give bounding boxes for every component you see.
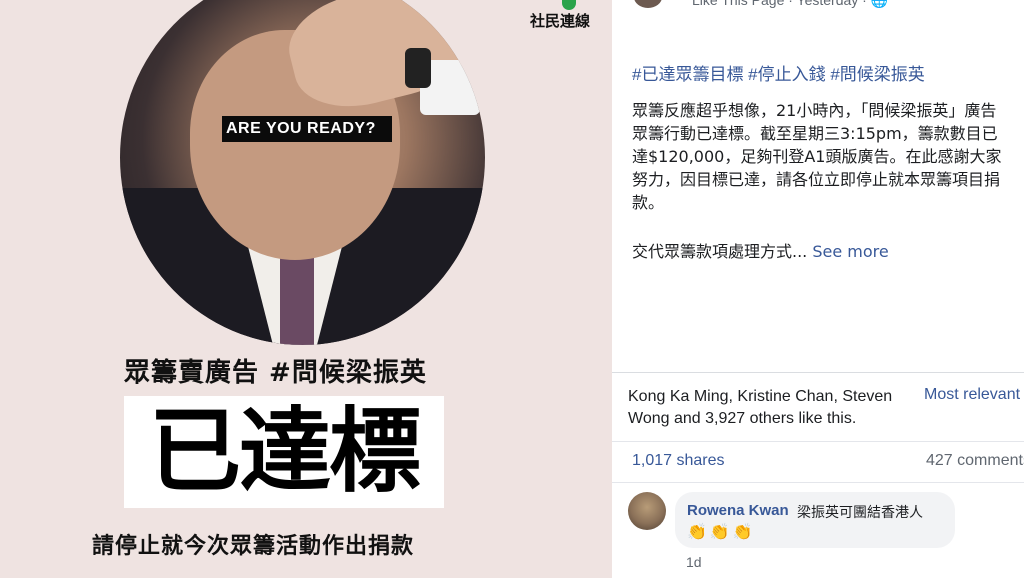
post-body-line: 努力，因目標已達，請各位立即停止就本眾籌項目捐 — [632, 170, 1001, 189]
poster-headline-bottom: 請停止就今次眾籌活動作出捐款 — [92, 534, 415, 559]
poster-headline-top: 眾籌賣廣告 #問候梁振英 — [124, 358, 427, 388]
likes-summary[interactable]: Kong Ka Ming, Kristine Chan, Steven Wong… — [628, 386, 918, 430]
post-panel: Like This Page · Yesterday · 🌐 #已達眾籌目標 #… — [612, 0, 1024, 578]
post-more-line: 交代眾籌款項處理方式... See more — [632, 238, 889, 262]
portrait-photo — [120, 0, 485, 345]
org-logo: 社民連線 — [530, 0, 610, 34]
page-meta[interactable]: Like This Page · Yesterday · 🌐 — [692, 0, 888, 9]
most-relevant-dropdown[interactable]: Most relevant — [924, 386, 1020, 404]
more-prefix: 交代眾籌款項處理方式... — [632, 242, 813, 261]
post-body-line: 款。 — [632, 193, 665, 212]
divider — [612, 482, 1024, 483]
divider — [612, 372, 1024, 373]
post-body: 眾籌反應超乎想像，21小時內，「問候梁振英」廣告 眾籌行動已達標。截至星期三3:… — [632, 99, 1024, 214]
comment-time[interactable]: 1d — [686, 554, 702, 570]
watch-shape — [405, 48, 431, 88]
comment-text: 梁振英可團結香港人 — [797, 505, 923, 521]
divider — [612, 441, 1024, 442]
post-body-line: 眾籌反應超乎想像，21小時內，「問候梁振英」廣告 — [632, 101, 997, 120]
comments-count[interactable]: 427 comments — [926, 452, 1024, 470]
post-body-line: 眾籌行動已達標。截至星期三3:15pm，籌款數目已 — [632, 124, 998, 143]
sprout-icon — [562, 0, 576, 10]
see-more-link[interactable]: See more — [812, 242, 888, 261]
shares-count[interactable]: 1,017 shares — [632, 452, 725, 470]
page-avatar[interactable] — [634, 0, 662, 8]
poster-headline-big: 已達標 — [148, 398, 421, 505]
post-body-line: 達$120,000，足夠刊登A1頭版廣告。在此感謝大家 — [632, 147, 1002, 166]
logo-text: 社民連線 — [530, 12, 591, 30]
commenter-name[interactable]: Rowena Kwan — [687, 502, 789, 519]
clap-emoji: 👏👏👏 — [687, 524, 756, 541]
post-image[interactable]: ARE YOU READY? 社民連線 眾籌賣廣告 #問候梁振英 已達標 請停止… — [0, 0, 612, 578]
commenter-avatar[interactable] — [628, 492, 666, 530]
post-hashtags[interactable]: #已達眾籌目標 #停止入錢 #問候梁振英 — [632, 60, 925, 85]
overlay-text: ARE YOU READY? — [226, 120, 376, 137]
